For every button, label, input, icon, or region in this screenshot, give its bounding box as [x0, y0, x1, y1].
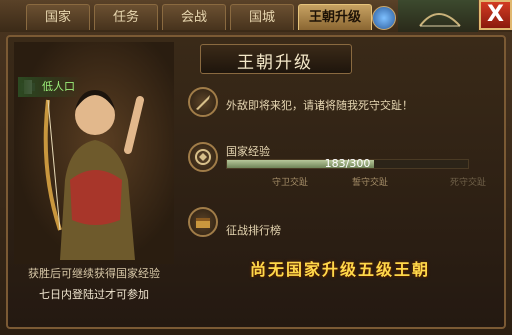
- emblem-icon: [188, 142, 218, 172]
- tab-nation[interactable]: 国家: [26, 4, 90, 30]
- tab-bar: 国家 任务 会战 国城 王朝升级 X: [0, 0, 512, 32]
- population-badge: 低人口: [18, 77, 82, 97]
- portrait-caption-requirement: 七日内登陆过才可参加: [39, 288, 149, 301]
- ranking-label[interactable]: 征战排行榜: [226, 222, 281, 238]
- chest-icon[interactable]: [188, 207, 218, 237]
- close-button[interactable]: X: [479, 0, 512, 30]
- tab-capital[interactable]: 国城: [230, 4, 294, 30]
- milestone-last-stand: 死守交趾: [450, 178, 487, 188]
- panel-title: 王朝升级: [237, 53, 313, 73]
- map-background: [398, 0, 478, 32]
- national-exp-value: 183/300: [324, 157, 371, 170]
- general-portrait: [14, 42, 174, 264]
- bow-icon: [419, 13, 461, 27]
- milestone-vow: 誓守交趾: [352, 178, 389, 188]
- foreign-threat-message: 外敌即将来犯，请诸将随我死守交趾！: [226, 99, 413, 112]
- tab-battle[interactable]: 会战: [162, 4, 226, 30]
- dagger-icon: [188, 87, 218, 117]
- portrait-caption-reward: 获胜后可继续获得国家经验: [28, 267, 160, 280]
- tab-quest[interactable]: 任务: [94, 4, 158, 30]
- national-exp-label: 国家经验: [226, 145, 270, 158]
- tab-dynasty-upgrade[interactable]: 王朝升级: [298, 4, 372, 30]
- dynasty-notice: 尚无国家升级五级王朝: [249, 260, 430, 279]
- milestone-guard: 守卫交趾: [272, 178, 309, 188]
- globe-icon[interactable]: [372, 6, 396, 30]
- game-window: 国家 任务 会战 国城 王朝升级 X 低人口 获胜后可继续获得国家经验 七日内登…: [0, 0, 512, 335]
